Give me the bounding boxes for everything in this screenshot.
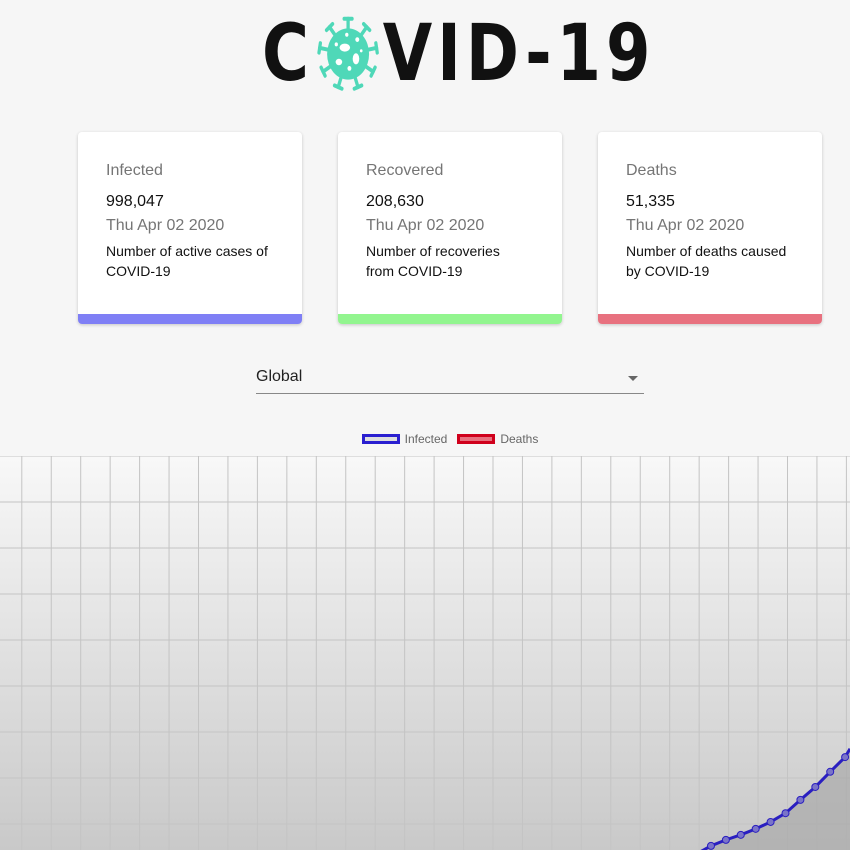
card-color-bar — [598, 314, 822, 324]
country-select-value: Global — [256, 368, 303, 385]
card-color-bar — [78, 314, 302, 324]
chevron-down-icon — [628, 376, 638, 381]
card-title: Recovered — [366, 162, 444, 179]
card-description: Number of deaths caused by COVID-19 — [626, 243, 787, 279]
card-value: 998,047 — [106, 193, 164, 210]
card-date: Thu Apr 02 2020 — [106, 217, 225, 234]
chart-background — [0, 456, 850, 850]
infected-point[interactable] — [736, 830, 745, 839]
legend-item-infected[interactable]: Infected — [361, 432, 448, 446]
card-title: Deaths — [626, 162, 677, 179]
infected-card: Infected 998,047 Thu Apr 02 2020 Number … — [78, 132, 302, 324]
infected-point[interactable] — [811, 782, 820, 791]
legend-item-deaths[interactable]: Deaths — [457, 432, 538, 446]
line-chart — [0, 456, 850, 850]
infected-point[interactable] — [751, 824, 760, 833]
virus-icon — [317, 16, 380, 91]
country-select[interactable]: Global — [256, 362, 644, 394]
chart-legend: Infected Deaths — [0, 432, 850, 446]
card-date: Thu Apr 02 2020 — [626, 217, 745, 234]
card-date: Thu Apr 02 2020 — [366, 217, 485, 234]
card-value: 51,335 — [626, 193, 675, 210]
legend-label: Infected — [404, 432, 448, 446]
deaths-card: Deaths 51,335 Thu Apr 02 2020 Number of … — [598, 132, 822, 324]
infected-point[interactable] — [766, 817, 775, 826]
recovered-card: Recovered 208,630 Thu Apr 02 2020 Number… — [338, 132, 562, 324]
infected-point[interactable] — [796, 795, 805, 804]
card-description: Number of recoveries from COVID-19 — [366, 243, 500, 279]
infected-point[interactable] — [721, 835, 730, 844]
infected-point[interactable] — [781, 809, 790, 818]
legend-label: Deaths — [500, 432, 539, 446]
legend-swatch — [457, 434, 496, 444]
infected-point[interactable] — [707, 841, 715, 850]
card-color-bar — [338, 314, 562, 324]
card-title: Infected — [106, 162, 163, 179]
card-description: Number of active cases of COVID-19 — [106, 243, 268, 279]
covid-19-logo: C VID-19 — [262, 9, 650, 99]
logo-text-right: VID-19 — [382, 9, 656, 99]
logo-text-left: C — [262, 9, 314, 99]
card-value: 208,630 — [366, 193, 424, 210]
infected-point[interactable] — [826, 767, 835, 776]
infected-point[interactable] — [841, 753, 850, 762]
legend-swatch — [361, 434, 400, 444]
